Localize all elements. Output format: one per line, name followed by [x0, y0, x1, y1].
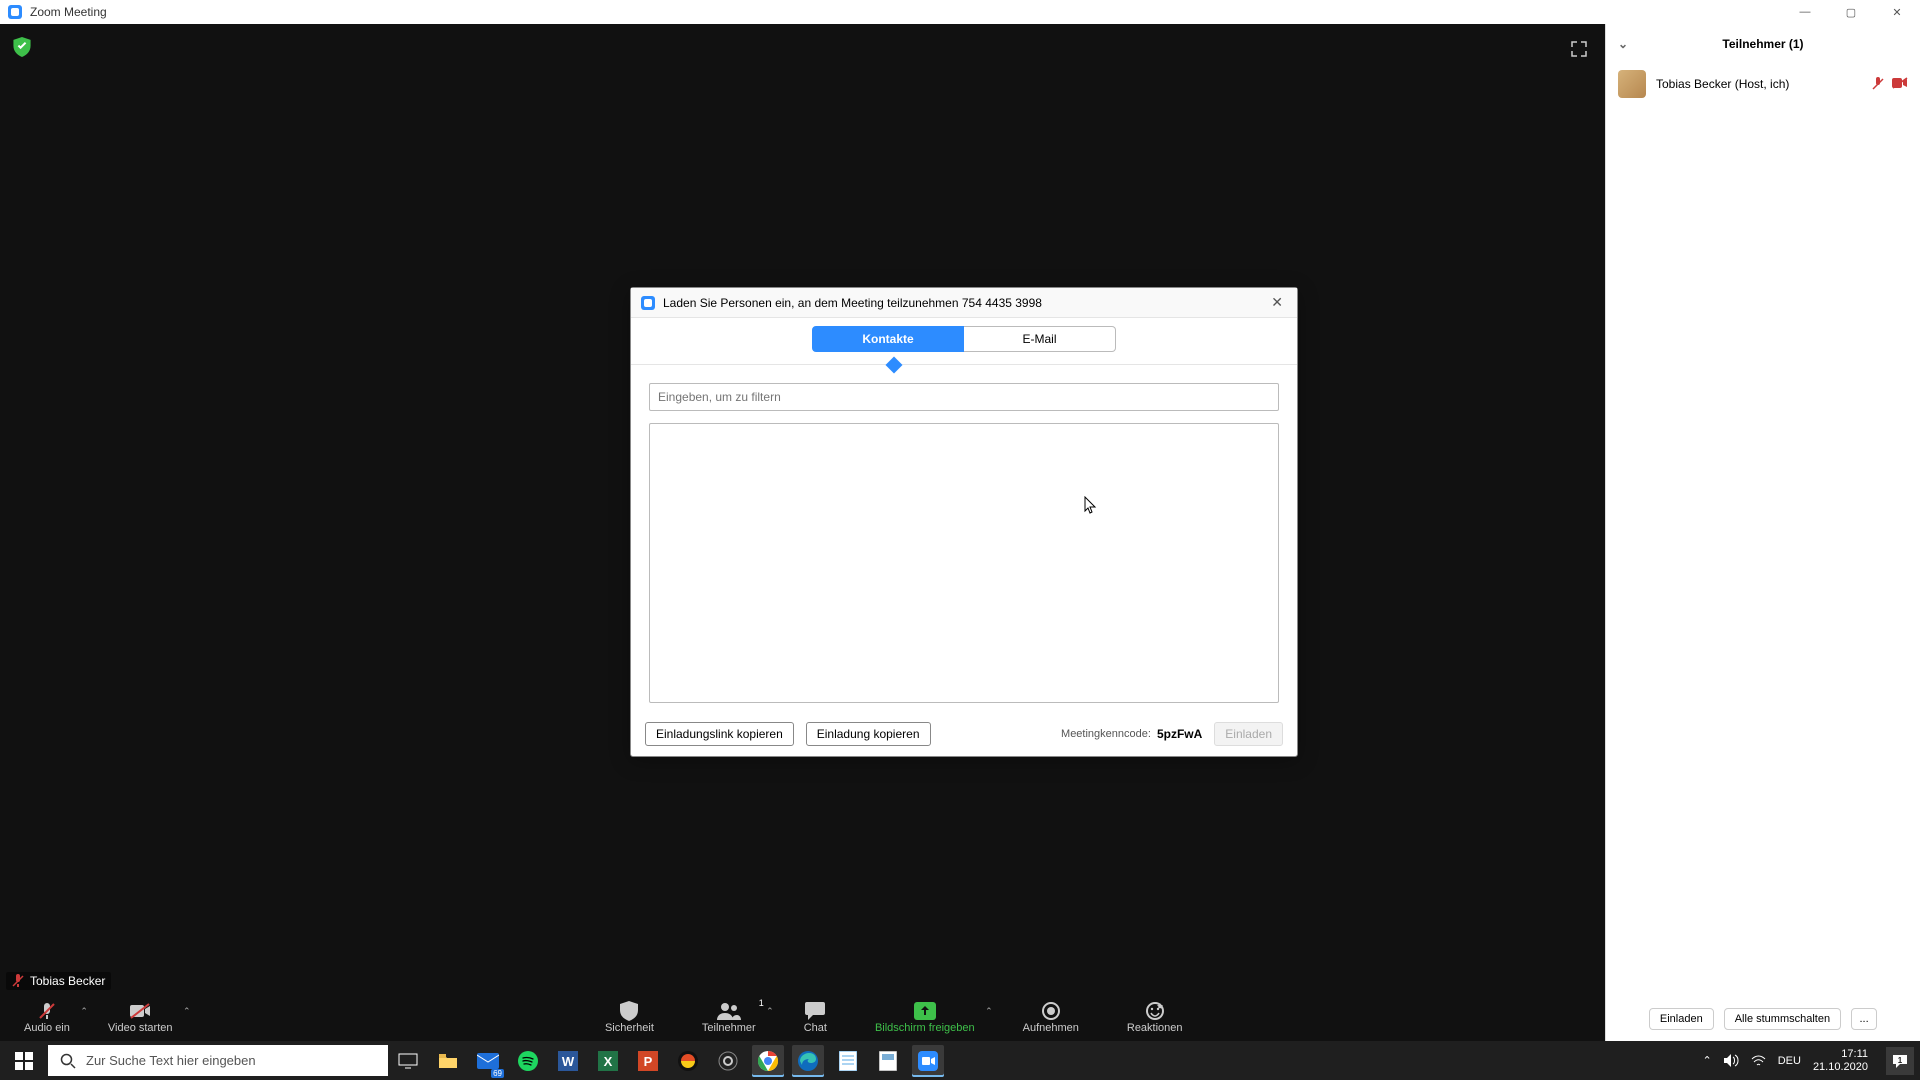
- contacts-list[interactable]: [649, 423, 1279, 703]
- obs-icon[interactable]: [712, 1045, 744, 1077]
- self-video-label: Tobias Becker: [6, 972, 111, 990]
- camera-off-icon: [129, 1000, 151, 1022]
- taskbar-search[interactable]: Zur Suche Text hier eingeben: [48, 1045, 388, 1076]
- minimize-button[interactable]: —: [1782, 0, 1828, 24]
- share-screen-icon: [914, 1000, 936, 1022]
- search-icon: [60, 1053, 76, 1069]
- copy-invitation-button[interactable]: Einladung kopieren: [806, 722, 931, 746]
- meeting-code-label: Meetingkenncode:: [1061, 728, 1151, 740]
- copy-link-button[interactable]: Einladungslink kopieren: [645, 722, 794, 746]
- invite-dialog: Laden Sie Personen ein, an dem Meeting t…: [630, 287, 1298, 757]
- record-icon: [1042, 1000, 1060, 1022]
- self-name: Tobias Becker: [30, 974, 105, 988]
- chat-icon: [805, 1000, 825, 1022]
- collapse-panel-icon[interactable]: ⌄: [1618, 37, 1628, 51]
- participants-more-button[interactable]: ...: [1851, 1008, 1877, 1030]
- audio-button[interactable]: ⌃ Audio ein: [14, 1000, 80, 1034]
- app-icon-2[interactable]: [872, 1045, 904, 1077]
- participants-button[interactable]: ⌃ 1 Teilnehmer: [692, 1000, 766, 1034]
- search-placeholder: Zur Suche Text hier eingeben: [86, 1053, 256, 1068]
- video-menu-caret-icon[interactable]: ⌃: [183, 1006, 191, 1017]
- mail-icon[interactable]: 69: [472, 1045, 504, 1077]
- window-title: Zoom Meeting: [30, 5, 107, 19]
- volume-icon[interactable]: [1724, 1054, 1739, 1067]
- title-bar: Zoom Meeting — ▢ ✕: [0, 0, 1920, 24]
- task-view-icon[interactable]: [392, 1045, 424, 1077]
- participants-icon: [717, 1000, 741, 1022]
- word-icon[interactable]: W: [552, 1045, 584, 1077]
- audio-menu-caret-icon[interactable]: ⌃: [80, 1006, 88, 1017]
- invite-tabs: Kontakte E-Mail: [631, 326, 1297, 352]
- notifications-icon[interactable]: 1: [1886, 1047, 1914, 1075]
- participants-title: Teilnehmer (1): [1722, 37, 1803, 51]
- meeting-controls: ⌃ Audio ein ⌃ Video starten Sicherheit ⌃…: [0, 993, 1605, 1041]
- invite-submit-button[interactable]: Einladen: [1214, 722, 1283, 746]
- spotify-icon[interactable]: [512, 1045, 544, 1077]
- participants-count-badge: 1: [759, 998, 764, 1008]
- svg-text:P: P: [644, 1054, 653, 1069]
- svg-text:W: W: [562, 1054, 575, 1069]
- encryption-shield-icon[interactable]: [13, 37, 31, 57]
- excel-icon[interactable]: X: [592, 1045, 624, 1077]
- svg-text:X: X: [604, 1054, 613, 1069]
- file-explorer-icon[interactable]: [432, 1045, 464, 1077]
- reactions-icon: [1145, 1000, 1165, 1022]
- clock-date: 21.10.2020: [1813, 1061, 1868, 1074]
- reactions-button[interactable]: Reaktionen: [1117, 1000, 1193, 1034]
- dialog-footer: Einladungslink kopieren Einladung kopier…: [645, 722, 1283, 746]
- participant-row[interactable]: Tobias Becker (Host, ich): [1606, 64, 1920, 104]
- share-screen-button[interactable]: ⌃ Bildschirm freigeben: [865, 1000, 985, 1034]
- camera-off-icon: [1892, 77, 1908, 91]
- mail-badge: 69: [491, 1069, 504, 1078]
- participant-name: Tobias Becker (Host, ich): [1656, 77, 1789, 91]
- mute-all-button[interactable]: Alle stummschalten: [1724, 1008, 1841, 1030]
- participants-panel: ⌄ Teilnehmer (1) Tobias Becker (Host, ic…: [1605, 24, 1920, 1041]
- dialog-title-bar: Laden Sie Personen ein, an dem Meeting t…: [631, 288, 1297, 318]
- notepad-icon[interactable]: [832, 1045, 864, 1077]
- security-button[interactable]: Sicherheit: [595, 1000, 664, 1034]
- participants-footer: Einladen Alle stummschalten ...: [1606, 997, 1920, 1041]
- app-icon[interactable]: [672, 1045, 704, 1077]
- clock[interactable]: 17:11 21.10.2020: [1813, 1048, 1868, 1074]
- chrome-icon[interactable]: [752, 1045, 784, 1077]
- windows-taskbar: Zur Suche Text hier eingeben 69 W X P ⌃ …: [0, 1041, 1920, 1080]
- mic-muted-icon: [1872, 77, 1884, 91]
- language-indicator[interactable]: DEU: [1778, 1055, 1801, 1067]
- tab-contacts[interactable]: Kontakte: [812, 326, 964, 352]
- invite-button[interactable]: Einladen: [1649, 1008, 1714, 1030]
- share-menu-caret-icon[interactable]: ⌃: [985, 1006, 993, 1017]
- mouse-cursor-icon: [1084, 496, 1098, 514]
- system-tray: ⌃ DEU 17:11 21.10.2020 1: [1702, 1047, 1920, 1075]
- tray-overflow-icon[interactable]: ⌃: [1702, 1054, 1711, 1067]
- mic-muted-icon: [12, 974, 24, 988]
- zoom-app-icon: [8, 5, 22, 19]
- filter-input[interactable]: [649, 383, 1279, 411]
- clock-time: 17:11: [1841, 1048, 1868, 1061]
- maximize-button[interactable]: ▢: [1828, 0, 1874, 24]
- shield-icon: [620, 1000, 638, 1022]
- close-icon[interactable]: ✕: [1267, 294, 1287, 311]
- record-button[interactable]: Aufnehmen: [1013, 1000, 1089, 1034]
- chat-button[interactable]: Chat: [794, 1000, 837, 1034]
- wifi-icon[interactable]: [1751, 1055, 1766, 1067]
- meeting-code: 5pzFwA: [1157, 727, 1202, 741]
- mic-muted-icon: [37, 1000, 57, 1022]
- start-button[interactable]: [0, 1041, 48, 1080]
- powerpoint-icon[interactable]: P: [632, 1045, 664, 1077]
- video-button[interactable]: ⌃ Video starten: [98, 1000, 183, 1034]
- fullscreen-icon[interactable]: [1568, 38, 1590, 60]
- participants-menu-caret-icon[interactable]: ⌃: [766, 1006, 774, 1017]
- tab-email[interactable]: E-Mail: [964, 326, 1116, 352]
- zoom-app-icon: [641, 296, 655, 310]
- avatar: [1618, 70, 1646, 98]
- participants-header: ⌄ Teilnehmer (1): [1606, 24, 1920, 64]
- edge-icon[interactable]: [792, 1045, 824, 1077]
- close-button[interactable]: ✕: [1874, 0, 1920, 24]
- dialog-title: Laden Sie Personen ein, an dem Meeting t…: [663, 296, 1042, 310]
- zoom-taskbar-icon[interactable]: [912, 1045, 944, 1077]
